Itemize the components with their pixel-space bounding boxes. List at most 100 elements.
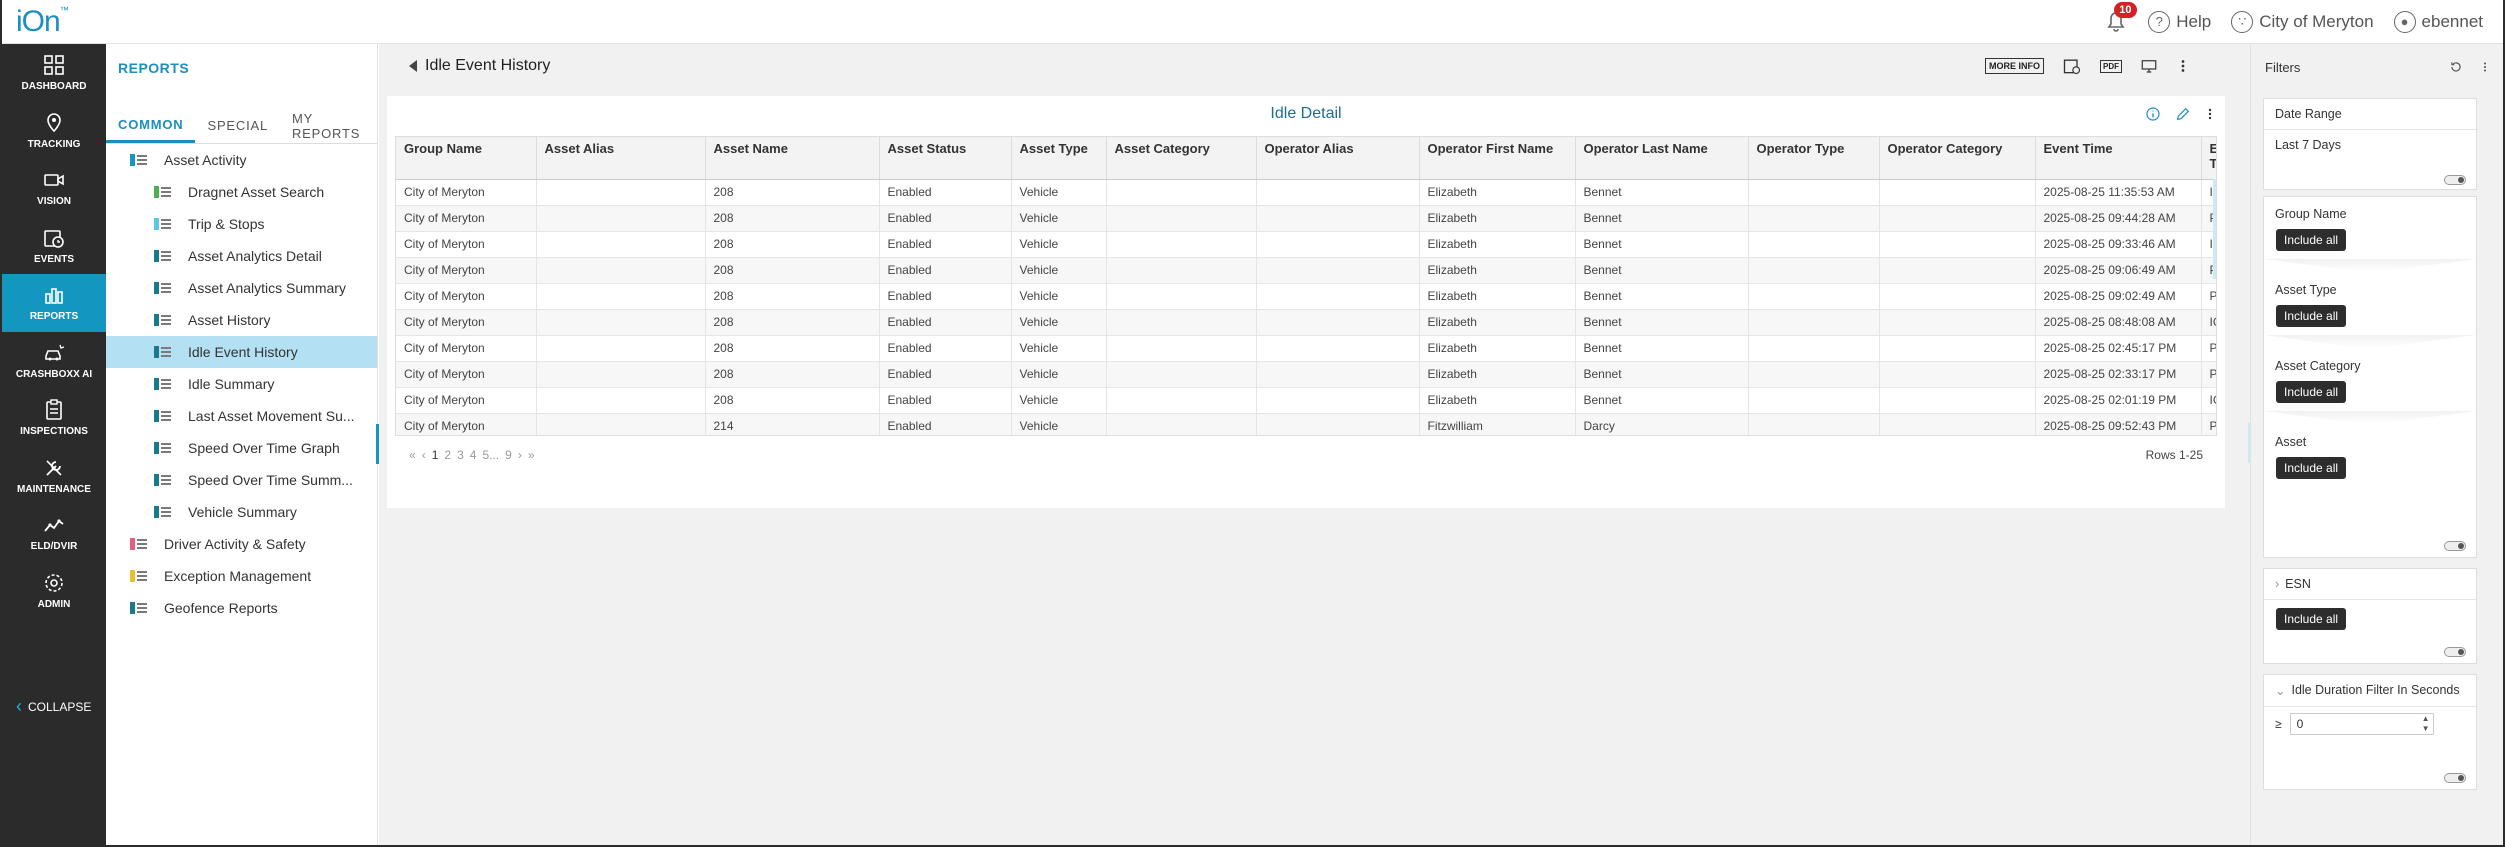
idle-duration-header[interactable]: ⌄ Idle Duration Filter In Seconds [2264, 675, 2476, 707]
collapse-button[interactable]: ‹ COLLAPSE [16, 696, 91, 717]
table-row[interactable]: City of Meryton 208 Enabled Vehicle Elizabet… [396, 335, 2216, 362]
asset-filters-toggle[interactable] [2444, 541, 2466, 551]
nav-dashboard[interactable]: DASHBOARD [2, 44, 106, 102]
info-icon[interactable] [2145, 106, 2161, 122]
idle-duration-input[interactable]: 0 ▲ ▼ [2289, 713, 2434, 735]
pager-item[interactable]: 4 [470, 448, 477, 462]
column-header[interactable]: Asset Type [1011, 137, 1107, 180]
table-cell: Vehicle [1011, 361, 1107, 388]
report-item[interactable]: Exception Management [106, 560, 377, 592]
report-item[interactable]: Driver Activity & Safety [106, 528, 377, 560]
more-vertical-icon[interactable] [2205, 106, 2215, 122]
table-row[interactable]: City of Meryton 208 Enabled Vehicle Elizabet… [396, 361, 2216, 388]
nav-tracking[interactable]: TRACKING [2, 102, 106, 160]
reset-icon[interactable] [2449, 60, 2463, 74]
pager-item[interactable]: 5... [482, 448, 499, 462]
report-item[interactable]: Asset Analytics Summary [106, 272, 377, 304]
monitor-icon[interactable] [2140, 57, 2158, 75]
nav-vision[interactable]: VISION [2, 159, 106, 217]
table-row[interactable]: City of Meryton 214 Enabled Vehicle Fitzwill… [396, 413, 2216, 435]
nav-inspections[interactable]: INSPECTIONS [2, 389, 106, 447]
org-selector[interactable]: ∵ City of Meryton [2231, 10, 2374, 33]
table-row[interactable]: City of Meryton 208 Enabled Vehicle Elizabet… [396, 179, 2216, 206]
table-row[interactable]: City of Meryton 208 Enabled Vehicle Elizabet… [396, 309, 2216, 336]
column-header[interactable]: Event Typ [2201, 137, 2216, 180]
pager-item[interactable]: ‹ [422, 448, 426, 462]
help-link[interactable]: ? Help [2148, 10, 2211, 33]
asset-include-all[interactable]: Include all [2276, 457, 2347, 479]
nav-maintenance[interactable]: MAINTENANCE [2, 447, 106, 505]
esn-header[interactable]: › ESN [2264, 569, 2476, 600]
table-row[interactable]: City of Meryton 208 Enabled Vehicle Elizabet… [396, 231, 2216, 258]
pager-item[interactable]: « [409, 448, 416, 462]
back-arrow-icon[interactable] [409, 60, 417, 72]
report-item[interactable]: Asset Activity [106, 144, 377, 176]
edit-icon[interactable] [2175, 106, 2191, 122]
column-header[interactable]: Asset Name [705, 137, 880, 180]
nav-eld-dvir[interactable]: ELD/DVIR [2, 504, 106, 562]
table-cell [1106, 283, 1257, 310]
idle-duration-toggle[interactable] [2444, 773, 2466, 783]
ion-logo[interactable]: iOn™ [16, 5, 69, 39]
esn-include-all[interactable]: Include all [2276, 608, 2347, 630]
table-row[interactable]: City of Meryton 208 Enabled Vehicle Elizabet… [396, 205, 2216, 232]
pager-item[interactable]: › [518, 448, 522, 462]
table-row[interactable]: City of Meryton 208 Enabled Vehicle Elizabet… [396, 387, 2216, 414]
table-cell [1748, 413, 1880, 435]
column-header[interactable]: Asset Category [1106, 137, 1257, 180]
pager-item[interactable]: 1 [432, 448, 439, 462]
date-range-toggle[interactable] [2444, 175, 2466, 185]
report-item[interactable]: Geofence Reports [106, 592, 377, 624]
asset-type-include-all[interactable]: Include all [2276, 305, 2347, 327]
pager-item[interactable]: 3 [457, 448, 464, 462]
nav-crashboxx[interactable]: CRASHBOXX AI [2, 332, 106, 390]
report-item[interactable]: Speed Over Time Summ... [106, 464, 377, 496]
pager-item[interactable]: » [528, 448, 535, 462]
column-header[interactable]: Operator First Name [1419, 137, 1576, 180]
nav-admin[interactable]: ADMIN [2, 562, 106, 620]
table-cell: 2025-08-25 09:44:28 AM [2035, 205, 2202, 232]
pager-item[interactable]: 2 [444, 448, 451, 462]
tab-common[interactable]: COMMON [106, 108, 196, 143]
tab-my-reports[interactable]: MY REPORTS [280, 108, 377, 143]
stepper-icon[interactable]: ▲ ▼ [2422, 714, 2430, 734]
column-header[interactable]: Operator Alias [1256, 137, 1420, 180]
notifications-button[interactable]: 10 [2104, 1, 2137, 34]
column-header[interactable]: Asset Status [879, 137, 1012, 180]
report-item[interactable]: Speed Over Time Graph [106, 432, 377, 464]
column-header[interactable]: Operator Type [1748, 137, 1880, 180]
asset-category-include-all[interactable]: Include all [2276, 381, 2347, 403]
tab-special[interactable]: SPECIAL [195, 108, 280, 143]
more-vertical-icon[interactable] [2176, 57, 2190, 75]
column-header[interactable]: Asset Alias [536, 137, 706, 180]
column-header[interactable]: Event Time [2035, 137, 2202, 180]
report-item[interactable]: Asset Analytics Detail [106, 240, 377, 272]
esn-toggle[interactable] [2444, 647, 2466, 657]
report-item[interactable]: Vehicle Summary [106, 496, 377, 528]
report-item[interactable]: Idle Summary [106, 368, 377, 400]
column-header[interactable]: Group Name [396, 137, 537, 180]
date-range-select[interactable]: Last 7 Days [2264, 130, 2476, 160]
table-row[interactable]: City of Meryton 208 Enabled Vehicle Elizabet… [396, 283, 2216, 310]
pager-item[interactable]: 9 [505, 448, 512, 462]
pdf-export-button[interactable]: PDF [2100, 59, 2122, 73]
report-item[interactable]: Trip & Stops [106, 208, 377, 240]
reports-tabs: COMMON SPECIAL MY REPORTS [106, 108, 377, 144]
table-vertical-scrollbar[interactable] [2213, 179, 2216, 279]
table-row[interactable]: City of Meryton 208 Enabled Vehicle Elizabet… [396, 257, 2216, 284]
report-item[interactable]: Last Asset Movement Su... [106, 400, 377, 432]
column-header[interactable]: Operator Last Name [1575, 137, 1749, 180]
group-name-include-all[interactable]: Include all [2276, 229, 2347, 251]
user-menu[interactable]: ● ebennet [2393, 10, 2483, 33]
report-item[interactable]: Idle Event History [106, 336, 377, 368]
more-vertical-icon[interactable] [2481, 60, 2489, 74]
table-cell: Enabled [879, 361, 1012, 388]
report-item[interactable]: Dragnet Asset Search [106, 176, 377, 208]
nav-reports[interactable]: REPORTS [2, 274, 106, 332]
table-cell: Elizabeth [1419, 387, 1576, 414]
schedule-icon[interactable] [2062, 56, 2082, 76]
column-header[interactable]: Operator Category [1879, 137, 2036, 180]
report-item[interactable]: Asset History [106, 304, 377, 336]
more-info-button[interactable]: MORE INFO [1985, 58, 2044, 74]
nav-events[interactable]: EVENTS [2, 217, 106, 275]
